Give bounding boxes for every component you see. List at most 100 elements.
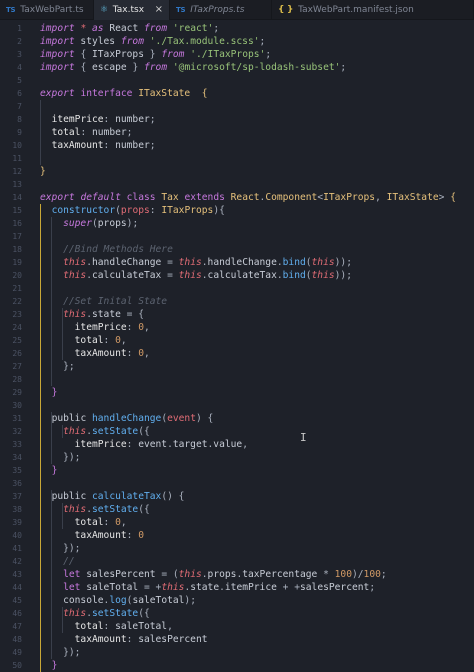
code-line[interactable]: 50 } (0, 659, 474, 672)
code-line[interactable]: 43 let salesPercent = (this.props.taxPer… (0, 568, 474, 581)
code-line[interactable]: 28 (0, 373, 474, 386)
code-token: '@microsoft/sp-lodash-subset' (172, 62, 341, 73)
code-line[interactable]: 11 (0, 152, 474, 165)
code-token: ; (126, 127, 133, 138)
code-line[interactable]: 30 (0, 399, 474, 412)
code-token: itemPrice (224, 582, 283, 593)
code-line[interactable]: 49 }); (0, 646, 474, 659)
code-line[interactable]: 48 taxAmount: salesPercent (0, 633, 474, 646)
code-line[interactable]: 7 (0, 100, 474, 113)
code-token: ITaxProps (323, 192, 376, 203)
code-line[interactable]: 8 itemPrice: number; (0, 113, 474, 126)
code-token: = { (126, 309, 144, 320)
code-line[interactable]: 16 super(props); (0, 217, 474, 230)
code-line[interactable]: 9 total: number; (0, 126, 474, 139)
code-text: let saleTotal = +this.state.itemPrice + … (40, 581, 375, 594)
code-token: import (40, 49, 75, 60)
code-token: state (92, 309, 127, 320)
code-line[interactable]: 34 }); (0, 451, 474, 464)
code-line[interactable]: 29 } (0, 386, 474, 399)
code-line[interactable]: 35 } (0, 464, 474, 477)
code-line[interactable]: 22 //Set Inital State (0, 295, 474, 308)
code-token: target (172, 439, 208, 450)
code-token: let (63, 569, 81, 580)
code-editor[interactable]: I 1 import * as React from 'react'; 2 impor… (0, 20, 474, 672)
code-token: public (51, 491, 92, 502)
code-token: from (161, 49, 185, 60)
code-token: number (115, 140, 150, 151)
code-line[interactable]: 23 this.state = { (0, 308, 474, 321)
line-number: 34 (12, 453, 22, 462)
code-line[interactable]: 6 export interface ITaxState { (0, 87, 474, 100)
code-text: import { ITaxProps } from './ITaxProps'; (40, 48, 271, 61)
code-line[interactable]: 26 taxAmount: 0, (0, 347, 474, 360)
code-line[interactable]: 3 import { ITaxProps } from './ITaxProps'… (0, 48, 474, 61)
code-line[interactable]: 14 export default class Tax extends React… (0, 191, 474, 204)
code-line[interactable]: 21 (0, 282, 474, 295)
close-tab-icon[interactable]: × (155, 4, 163, 15)
code-line[interactable]: 39 total: 0, (0, 516, 474, 529)
line-number: 28 (12, 375, 22, 384)
code-token: ({ (138, 608, 150, 619)
tab-tax-tsx[interactable]: ⚛ Tax.tsx × (94, 0, 170, 20)
code-token: saleTotal (80, 582, 144, 593)
code-line[interactable]: 37 public calculateTax() { (0, 490, 474, 503)
code-token: ; (265, 49, 272, 60)
code-token: this (178, 569, 202, 580)
code-line[interactable]: 42 // (0, 555, 474, 568)
code-token: //Bind Methods Here (63, 244, 173, 255)
code-token: './ITaxProps' (190, 49, 266, 60)
code-line[interactable]: 17 (0, 230, 474, 243)
code-line[interactable]: 13 (0, 178, 474, 191)
code-line[interactable]: 20 this.calculateTax = this.calculateTax… (0, 269, 474, 282)
code-text: taxAmount: 0, (40, 347, 150, 360)
code-text: total: 0, (40, 516, 127, 529)
code-text: let salesPercent = (this.props.taxPercen… (40, 568, 387, 581)
line-number: 38 (12, 505, 22, 514)
code-line[interactable]: 27 }; (0, 360, 474, 373)
code-line[interactable]: 10 taxAmount: number; (0, 139, 474, 152)
code-line[interactable]: 40 taxAmount: 0 (0, 529, 474, 542)
tab-itaxprops[interactable]: TS ITaxProps.ts (170, 0, 272, 20)
code-line[interactable]: 24 itemPrice: 0, (0, 321, 474, 334)
code-token: itemPrice (74, 439, 127, 450)
code-token: { (201, 88, 208, 99)
code-token: from (144, 23, 168, 34)
code-line[interactable]: 1 import * as React from 'react'; (0, 22, 474, 35)
indent-guide (62, 425, 63, 438)
code-line[interactable]: 19 this.handleChange = this.handleChange… (0, 256, 474, 269)
code-token: } (51, 660, 58, 671)
code-text: total: number; (40, 126, 133, 139)
code-line[interactable]: 15 constructor(props: ITaxProps){ (0, 204, 474, 217)
code-line[interactable]: 36 (0, 477, 474, 490)
code-line[interactable]: 31 public handleChange(event) { (0, 412, 474, 425)
code-line[interactable]: 38 this.setState({ (0, 503, 474, 516)
code-line[interactable]: 46 this.setState({ (0, 607, 474, 620)
code-line[interactable]: 18 //Bind Methods Here (0, 243, 474, 256)
code-line[interactable]: 33 itemPrice: event.target.value, (0, 438, 474, 451)
indent-guide (62, 503, 63, 529)
tab-taxwebpart[interactable]: TS TaxWebPart.ts (0, 0, 94, 20)
code-line[interactable]: 12} (0, 165, 474, 178)
code-line[interactable]: 44 let saleTotal = +this.state.itemPrice… (0, 581, 474, 594)
tab-manifest[interactable]: { } TaxWebPart.manifest.json (272, 0, 474, 20)
line-number: 37 (12, 492, 22, 501)
code-token: saleTotal (109, 621, 168, 632)
code-line[interactable]: 47 total: saleTotal, (0, 620, 474, 633)
code-token: , (120, 335, 127, 346)
code-line[interactable]: 25 total: 0, (0, 334, 474, 347)
code-line[interactable]: 5 (0, 74, 474, 87)
code-line[interactable]: 32 this.setState({ (0, 425, 474, 438)
code-line[interactable]: 2 import styles from './Tax.module.scss'; (0, 35, 474, 48)
code-token: itemPrice (51, 114, 104, 125)
code-token: ({ (138, 426, 150, 437)
code-token: ; (340, 62, 347, 73)
react-file-icon: ⚛ (100, 5, 108, 15)
code-text: taxAmount: 0 (40, 529, 144, 542)
code-line[interactable]: 41 }); (0, 542, 474, 555)
code-token: // (63, 556, 75, 567)
code-line[interactable]: 4 import { escape } from '@microsoft/sp-l… (0, 61, 474, 74)
code-line[interactable]: 45 console.log(saleTotal); (0, 594, 474, 607)
